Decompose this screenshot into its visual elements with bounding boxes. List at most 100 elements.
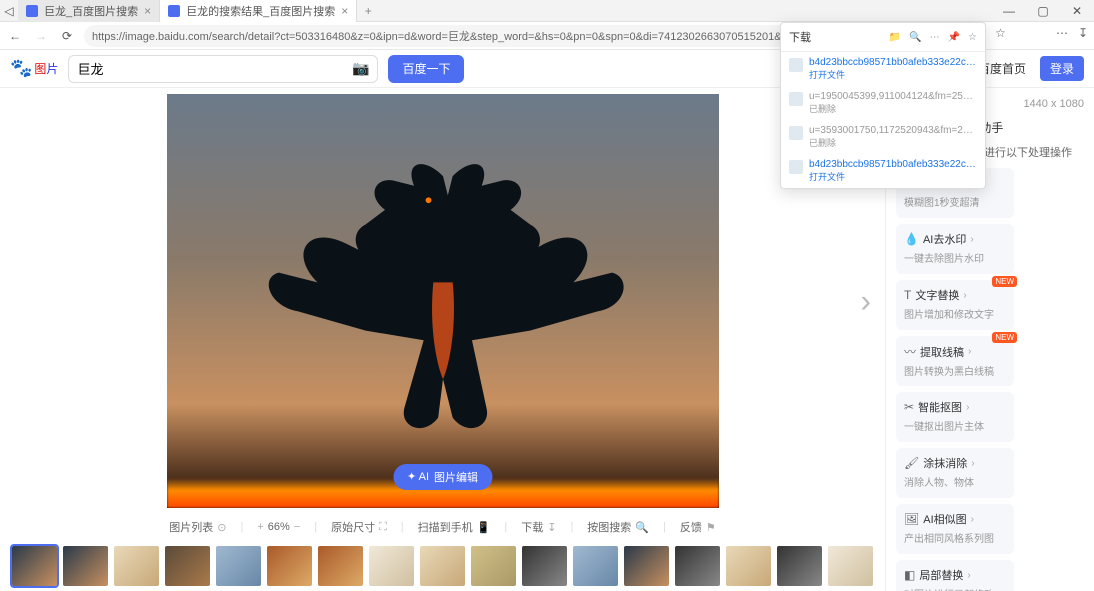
downloads-folder-icon[interactable]: 📁	[889, 32, 901, 43]
download-item[interactable]: b4d23bbccb98571bb0afeb333e22c4abe8a8ca75…	[781, 52, 985, 86]
tab-1[interactable]: 巨龙_百度图片搜索 ×	[18, 0, 160, 22]
thumbnail[interactable]	[318, 546, 363, 586]
thumbnail[interactable]	[471, 546, 516, 586]
downloads-list: b4d23bbccb98571bb0afeb333e22c4abe8a8ca75…	[781, 52, 985, 188]
thumbnail[interactable]	[573, 546, 618, 586]
file-icon	[789, 126, 803, 140]
thumbnail[interactable]	[12, 546, 57, 586]
logo-text: 图片	[34, 60, 58, 77]
badge: NEW	[992, 332, 1017, 343]
extensions-icon[interactable]: ⋯	[1056, 26, 1068, 46]
image-viewer: ✦ AI 图片编辑 › 图片列表 ⊙ | + 66% − | 原始尺寸 ⛶ | …	[0, 88, 885, 591]
search-button[interactable]: 百度一下	[388, 55, 464, 83]
minimize-button[interactable]: —	[992, 0, 1026, 22]
thumbnail[interactable]	[420, 546, 465, 586]
forward-button[interactable]: →	[32, 27, 50, 45]
ai-card-局部替换[interactable]: ◧ 局部替换 ›对图片进行局部修改	[896, 560, 1014, 591]
tool-original-size[interactable]: 原始尺寸 ⛶	[331, 519, 387, 535]
card-desc: 模糊图1秒变超清	[904, 194, 1006, 209]
card-desc: 图片转换为黑白线稿	[904, 363, 1006, 378]
downloads-pin-icon[interactable]: 📌	[948, 32, 960, 43]
download-item[interactable]: u=1950045399,911004124&fm=253&fmt=auto&a…	[781, 86, 985, 120]
main-image[interactable]: ✦ AI 图片编辑	[167, 94, 719, 508]
next-image-button[interactable]: ›	[850, 272, 881, 329]
login-button[interactable]: 登录	[1040, 56, 1084, 81]
tool-feedback[interactable]: 反馈 ⚑	[680, 519, 716, 535]
tool-download[interactable]: 下载 ↧	[521, 519, 556, 535]
card-desc: 一键去除图片水印	[904, 250, 1006, 265]
card-icon: 〰	[904, 343, 916, 360]
magic-icon: ✦ AI	[407, 470, 429, 483]
card-icon: 🖌	[904, 456, 919, 470]
dragon-icon	[249, 131, 635, 454]
tool-search-by-image[interactable]: 按图搜索 🔍	[587, 519, 649, 535]
card-icon: ✂	[904, 400, 914, 414]
ai-card-智能抠图[interactable]: ✂ 智能抠图 ›一键抠出图片主体	[896, 392, 1014, 442]
ai-card-提取线稿[interactable]: 〰 提取线稿 ›图片转换为黑白线稿NEW	[896, 336, 1014, 386]
close-icon[interactable]: ×	[144, 4, 151, 18]
download-action[interactable]: 已删除	[809, 102, 977, 115]
thumbnail[interactable]	[624, 546, 669, 586]
card-icon: ◧	[904, 568, 915, 582]
image-stage: ✦ AI 图片编辑 ›	[0, 88, 885, 513]
menu-icon[interactable]: ↧	[1078, 26, 1088, 46]
maximize-button[interactable]: ▢	[1026, 0, 1060, 22]
tool-image-list[interactable]: 图片列表 ⊙	[169, 519, 226, 535]
paw-icon: 🐾	[10, 58, 32, 79]
download-action[interactable]: 已删除	[809, 136, 977, 149]
ai-card-AI相似图[interactable]: 🖼 AI相似图 ›产出相同风格系列图	[896, 504, 1014, 554]
favicon-icon	[168, 5, 180, 17]
thumbnail[interactable]	[369, 546, 414, 586]
favorite-icon[interactable]: ☆	[995, 26, 1006, 46]
baidu-logo[interactable]: 🐾 图片	[10, 58, 58, 79]
tab-back[interactable]: ◁	[0, 2, 18, 20]
tool-zoom[interactable]: + 66% −	[257, 521, 300, 533]
ai-card-AI去水印[interactable]: 💧 AI去水印 ›一键去除图片水印	[896, 224, 1014, 274]
ai-card-涂抹消除[interactable]: 🖌 涂抹消除 ›消除人物、物体	[896, 448, 1014, 498]
back-button[interactable]: ←	[6, 27, 24, 45]
download-filename: b4d23bbccb98571bb0afeb333e22c4abe8a8ca75…	[809, 57, 977, 68]
chevron-right-icon: ›	[970, 234, 973, 245]
thumbnail[interactable]	[114, 546, 159, 586]
ai-edit-button[interactable]: ✦ AI 图片编辑	[393, 464, 492, 490]
downloads-more-icon[interactable]: ⋯	[930, 32, 940, 43]
search-input[interactable]	[77, 61, 352, 76]
new-tab-button[interactable]: +	[357, 4, 379, 18]
thumbnail[interactable]	[828, 546, 873, 586]
file-icon	[789, 58, 803, 72]
ai-card-文字替换[interactable]: T 文字替换 ›图片增加和修改文字NEW	[896, 280, 1014, 330]
card-icon: T	[904, 288, 911, 302]
downloads-star-icon[interactable]: ☆	[968, 32, 977, 43]
download-filename: u=1950045399,911004124&fm=253&fmt=auto&a…	[809, 91, 977, 102]
download-action[interactable]: 打开文件	[809, 68, 977, 81]
card-icon: 🖼	[904, 512, 919, 526]
thumbnail[interactable]	[216, 546, 261, 586]
thumbnail[interactable]	[726, 546, 771, 586]
thumbnail[interactable]	[165, 546, 210, 586]
chevron-right-icon: ›	[963, 290, 966, 301]
download-action[interactable]: 打开文件	[809, 170, 977, 183]
tool-scan[interactable]: 扫描到手机 📱	[418, 519, 491, 535]
search-box[interactable]: 📷	[68, 55, 378, 83]
thumbnail[interactable]	[522, 546, 567, 586]
downloads-title: 下载	[789, 29, 811, 45]
tab-title: 巨龙_百度图片搜索	[44, 3, 138, 19]
download-item[interactable]: u=3593001750,1172520943&fm=253&fmt=auto&…	[781, 120, 985, 154]
downloads-search-icon[interactable]: 🔍	[909, 32, 921, 43]
camera-icon[interactable]: 📷	[352, 60, 369, 77]
thumbnail[interactable]	[777, 546, 822, 586]
tab-2[interactable]: 巨龙的搜索结果_百度图片搜索 ×	[160, 0, 357, 22]
card-desc: 对图片进行局部修改	[904, 586, 1006, 591]
thumbnail[interactable]	[675, 546, 720, 586]
tab-title: 巨龙的搜索结果_百度图片搜索	[186, 3, 335, 19]
refresh-button[interactable]: ⟳	[58, 27, 76, 45]
file-icon	[789, 160, 803, 174]
close-icon[interactable]: ×	[341, 4, 348, 18]
thumbnail[interactable]	[63, 546, 108, 586]
thumbnail[interactable]	[267, 546, 312, 586]
thumbnail-strip	[0, 541, 885, 591]
chevron-right-icon: ›	[966, 402, 969, 413]
close-window-button[interactable]: ✕	[1060, 0, 1094, 22]
card-desc: 消除人物、物体	[904, 474, 1006, 489]
download-item[interactable]: b4d23bbccb98571bb0afeb333e22c4abe8a8ca75…	[781, 154, 985, 188]
